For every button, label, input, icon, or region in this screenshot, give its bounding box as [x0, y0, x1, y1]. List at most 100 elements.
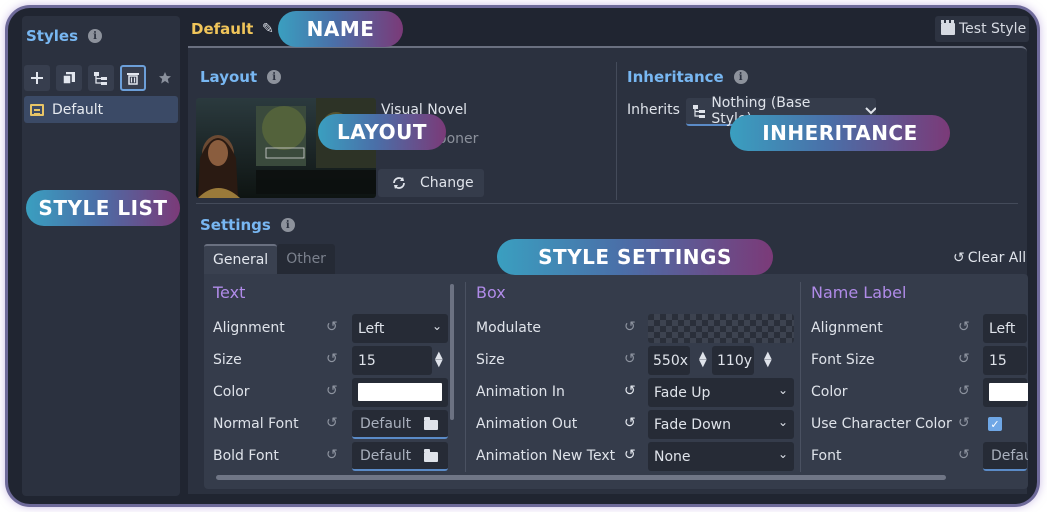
reset-icon[interactable]: ↺: [624, 383, 636, 399]
inheritance-title: Inheritance: [627, 68, 724, 86]
stepper-icon[interactable]: ▲ ▼: [699, 351, 707, 369]
change-layout-button[interactable]: Change: [378, 169, 484, 197]
undo-icon: ↺: [953, 250, 965, 266]
bold-font-picker[interactable]: Default: [352, 442, 448, 471]
tab-other[interactable]: Other: [277, 244, 335, 274]
dropdown-value: Fade Up: [654, 384, 711, 401]
input-value: 15: [358, 352, 376, 369]
info-icon[interactable]: i: [733, 70, 748, 84]
reset-icon[interactable]: ↺: [326, 447, 338, 463]
favorite-style-button[interactable]: [152, 65, 178, 91]
text-color-picker[interactable]: [352, 378, 448, 407]
reset-icon[interactable]: ↺: [624, 351, 636, 367]
change-label: Change: [420, 175, 474, 191]
use-character-color-checkbox[interactable]: ✓: [988, 417, 1002, 431]
input-value: 15: [989, 352, 1007, 369]
setting-label: Animation In: [476, 384, 565, 400]
folder-icon[interactable]: [424, 449, 438, 462]
setting-label: Animation New Text: [476, 448, 616, 464]
name-alignment-dropdown[interactable]: Left: [983, 314, 1027, 343]
font-value: Defau: [991, 447, 1028, 464]
callout-layout: LAYOUT: [318, 114, 446, 150]
color-swatch: [358, 383, 442, 401]
settings-panel: Text Alignment ↺ Left ⌄ Size ↺ 15 ▲ ▼ Col…: [204, 274, 1028, 489]
input-value: 550x: [653, 352, 689, 369]
name-color-picker[interactable]: [983, 378, 1028, 407]
animation-out-dropdown[interactable]: Fade Down ⌄: [648, 410, 794, 439]
column-divider: [800, 282, 801, 472]
reset-icon[interactable]: ↺: [958, 415, 970, 431]
reset-icon[interactable]: ↺: [326, 351, 338, 367]
color-swatch: [989, 383, 1028, 401]
add-style-button[interactable]: [24, 65, 50, 91]
reset-icon[interactable]: ↺: [624, 447, 636, 463]
chevron-down-icon: ⌄: [431, 319, 442, 333]
setting-label: Alignment: [811, 320, 883, 336]
duplicate-style-button[interactable]: [56, 65, 82, 91]
reset-icon[interactable]: ↺: [958, 351, 970, 367]
info-icon[interactable]: i: [267, 70, 282, 84]
setting-label: Font Size: [811, 352, 875, 368]
setting-label: Size: [476, 352, 505, 368]
duplicate-icon: [62, 72, 75, 85]
stepper-icon[interactable]: ▲ ▼: [435, 351, 443, 369]
callout-name: NAME: [278, 11, 403, 47]
style-list-item[interactable]: Default: [24, 96, 178, 123]
input-value: 110y: [717, 352, 753, 369]
styles-panel: Styles i Default: [22, 16, 180, 496]
text-size-input[interactable]: 15: [352, 346, 432, 375]
star-icon: [159, 72, 171, 84]
dropdown-value: Left: [989, 320, 1016, 337]
inherit-style-button[interactable]: [88, 65, 114, 91]
style-item-label: Default: [52, 101, 104, 118]
reset-icon[interactable]: ↺: [624, 319, 636, 335]
delete-style-button[interactable]: [120, 65, 146, 91]
text-alignment-dropdown[interactable]: Left ⌄: [352, 314, 448, 343]
test-style-button[interactable]: Test Style: [935, 16, 1029, 42]
setting-label: Bold Font: [213, 448, 279, 464]
box-size-x-input[interactable]: 550x: [648, 346, 690, 375]
font-value: Default: [360, 415, 412, 432]
box-column-title: Box: [476, 283, 506, 302]
styles-toolbar: [24, 65, 178, 91]
reset-icon[interactable]: ↺: [958, 319, 970, 335]
animation-new-text-dropdown[interactable]: None ⌄: [648, 442, 794, 471]
reset-icon[interactable]: ↺: [624, 415, 636, 431]
setting-label: Modulate: [476, 320, 541, 336]
stepper-icon[interactable]: ▲ ▼: [764, 351, 772, 369]
clear-all-button[interactable]: ↺ Clear All: [953, 250, 1026, 266]
reset-icon[interactable]: ↺: [958, 383, 970, 399]
name-font-size-input[interactable]: 15: [983, 346, 1027, 375]
text-column-title: Text: [213, 283, 246, 302]
clapperboard-icon: [941, 20, 955, 35]
setting-label: Use Character Color: [811, 416, 952, 432]
hierarchy-icon: [693, 105, 705, 118]
style-name[interactable]: Default: [191, 20, 253, 38]
inherits-label: Inherits: [627, 102, 680, 118]
normal-font-picker[interactable]: Default: [352, 410, 448, 439]
chevron-down-icon: ⌄: [777, 415, 788, 429]
setting-label: Size: [213, 352, 242, 368]
animation-in-dropdown[interactable]: Fade Up ⌄: [648, 378, 794, 407]
font-value: Default: [360, 447, 412, 464]
folder-icon[interactable]: [424, 417, 438, 430]
tab-general[interactable]: General: [204, 244, 278, 274]
box-size-y-input[interactable]: 110y: [712, 346, 754, 375]
layout-title: Layout: [200, 68, 258, 86]
name-font-picker[interactable]: Defau: [983, 442, 1028, 471]
column-divider: [465, 282, 466, 472]
divider: [616, 62, 617, 200]
modulate-color-picker[interactable]: [648, 314, 794, 343]
reset-icon[interactable]: ↺: [326, 319, 338, 335]
edit-name-icon[interactable]: ✎: [262, 21, 274, 37]
vertical-scrollbar[interactable]: [450, 284, 454, 420]
chevron-down-icon: ⌄: [777, 447, 788, 461]
dropdown-value: Fade Down: [654, 416, 731, 433]
setting-label: Color: [213, 384, 250, 400]
reset-icon[interactable]: ↺: [326, 383, 338, 399]
reset-icon[interactable]: ↺: [326, 415, 338, 431]
reset-icon[interactable]: ↺: [958, 447, 970, 463]
horizontal-scrollbar[interactable]: [216, 475, 946, 480]
info-icon[interactable]: i: [280, 218, 295, 232]
info-icon[interactable]: i: [88, 29, 102, 43]
